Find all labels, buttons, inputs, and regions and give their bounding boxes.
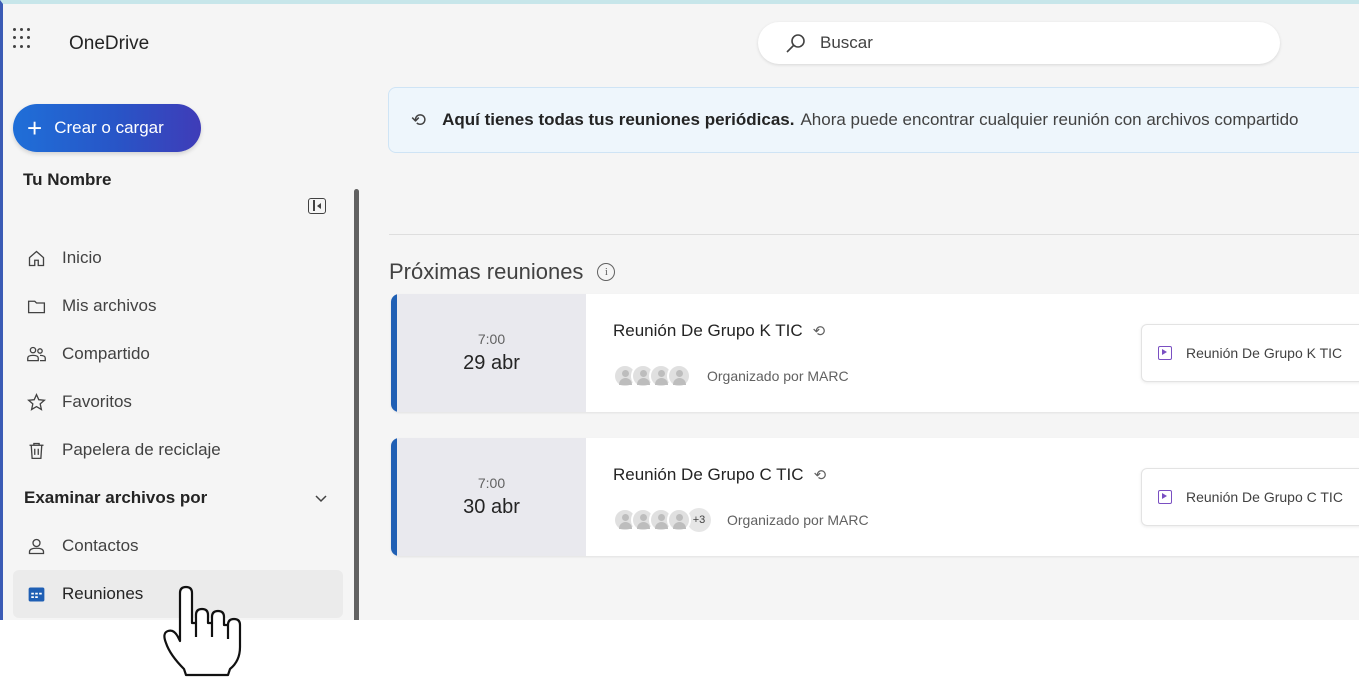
meeting-title-text: Reunión De Grupo K TIC	[613, 321, 803, 340]
attendee-avatars: Organizado por MARC	[613, 364, 849, 388]
meeting-date: 30 abr	[463, 496, 520, 518]
sidebar-item-label: Mis archivos	[62, 296, 157, 315]
meeting-file-chip[interactable]: Reunión De Grupo C TIC	[1141, 468, 1359, 526]
sidebar-item-label: Papelera de reciclaje	[62, 440, 221, 459]
sidebar-item-mis-archivos[interactable]: Mis archivos	[13, 282, 343, 330]
recurring-icon: ⟲	[812, 323, 826, 340]
attendee-avatars: +3 Organizado por MARC	[613, 508, 869, 532]
plus-icon: +	[27, 113, 43, 143]
meeting-title[interactable]: Reunión De Grupo C TIC ⟲	[613, 465, 826, 485]
avatar	[667, 508, 691, 532]
create-upload-button[interactable]: + Crear o cargar	[13, 104, 201, 152]
meeting-date: 29 abr	[463, 352, 520, 374]
user-name: Tu Nombre	[23, 170, 112, 189]
trash-icon	[25, 439, 47, 461]
sidebar-item-compartido[interactable]: Compartido	[13, 330, 343, 378]
folder-icon	[25, 295, 47, 317]
meeting-title-text: Reunión De Grupo C TIC	[613, 465, 804, 484]
sidebar-item-papelera[interactable]: Papelera de reciclaje	[13, 426, 343, 474]
sidebar-item-label: Compartido	[62, 344, 150, 363]
banner-text: Ahora puede encontrar cualquier reunión …	[800, 110, 1299, 129]
sidebar-item-label: Reuniones	[62, 584, 144, 603]
home-icon	[25, 247, 47, 269]
create-upload-label: Crear o cargar	[54, 118, 164, 137]
people-icon	[25, 343, 47, 365]
app-launcher-icon[interactable]	[13, 28, 35, 50]
recurring-icon: ⟲	[813, 467, 827, 484]
sidebar-item-label: Favoritos	[62, 392, 132, 411]
onedrive-app: OneDrive + Crear o cargar Tu Nombre Inic…	[0, 0, 1359, 620]
chevron-down-icon	[315, 495, 327, 503]
video-file-icon	[1158, 346, 1172, 360]
meeting-time: 7:00	[477, 475, 506, 491]
browse-files-by-label: Examinar archivos por	[24, 488, 208, 507]
browse-files-by-header[interactable]: Examinar archivos por	[13, 474, 343, 522]
meeting-file-name: Reunión De Grupo C TIC	[1186, 489, 1343, 505]
organizer-text: Organizado por MARC	[727, 512, 869, 528]
calendar-icon	[25, 583, 47, 605]
search-input[interactable]	[820, 33, 1220, 53]
meeting-time: 7:00	[477, 331, 506, 347]
meeting-date-block: 7:00 30 abr	[391, 438, 586, 556]
meeting-file-name: Reunión De Grupo K TIC	[1186, 345, 1343, 361]
section-title-text: Próximas reuniones	[389, 259, 584, 284]
collapse-pane-icon[interactable]	[308, 198, 326, 214]
search-box[interactable]	[758, 22, 1280, 64]
meeting-card[interactable]: 7:00 29 abr Reunión De Grupo K TIC ⟲ Org…	[391, 294, 1359, 412]
star-icon	[25, 391, 47, 413]
video-file-icon	[1158, 490, 1172, 504]
sidebar-item-contactos[interactable]: Contactos	[13, 522, 343, 570]
organizer-text: Organizado por MARC	[707, 368, 849, 384]
sidebar-scrollbar[interactable]	[354, 189, 359, 620]
sidebar-nav: Inicio Mis archivos Compartido Favoritos…	[13, 234, 343, 618]
sync-icon: ⟲	[411, 109, 427, 130]
info-icon[interactable]: i	[597, 263, 616, 281]
info-banner: ⟲ Aquí tienes todas tus reuniones periód…	[388, 87, 1359, 153]
hand-pointer-icon	[163, 585, 242, 677]
meeting-title[interactable]: Reunión De Grupo K TIC ⟲	[613, 321, 825, 341]
sidebar-item-favoritos[interactable]: Favoritos	[13, 378, 343, 426]
person-icon	[25, 535, 47, 557]
meeting-date-block: 7:00 29 abr	[391, 294, 586, 412]
sidebar-item-label: Inicio	[62, 248, 102, 267]
banner-bold-text: Aquí tienes todas tus reuniones periódic…	[442, 110, 795, 129]
sidebar-item-label: Contactos	[62, 536, 139, 555]
meeting-file-chip[interactable]: Reunión De Grupo K TIC	[1141, 324, 1359, 382]
sidebar-item-inicio[interactable]: Inicio	[13, 234, 343, 282]
app-name[interactable]: OneDrive	[69, 33, 149, 55]
divider	[389, 234, 1359, 235]
search-icon	[786, 34, 805, 53]
avatar	[667, 364, 691, 388]
meeting-card[interactable]: 7:00 30 abr Reunión De Grupo C TIC ⟲ +3 …	[391, 438, 1359, 556]
upcoming-meetings-title: Próximas reuniones i	[389, 259, 616, 285]
